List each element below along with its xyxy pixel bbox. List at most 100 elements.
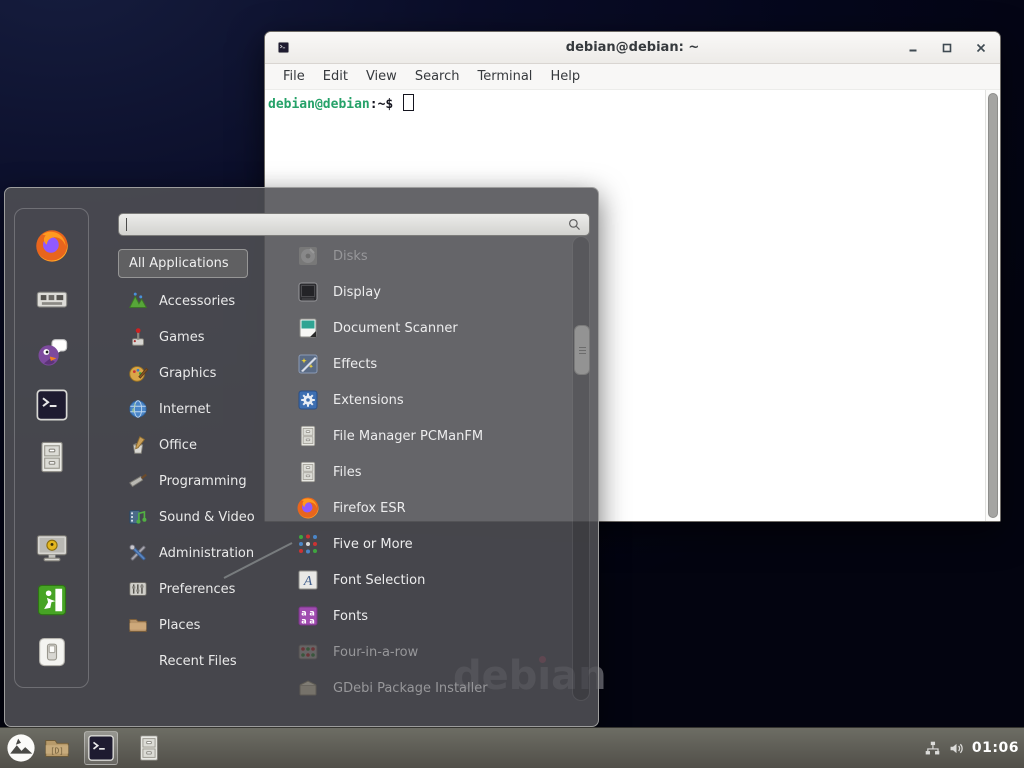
extensions-icon — [296, 388, 320, 412]
minimize-button[interactable] — [907, 42, 918, 53]
clock[interactable]: 01:06 — [972, 740, 1019, 756]
app-gdebi-package-installer[interactable]: GDebi Package Installer — [290, 670, 568, 706]
category-places[interactable]: Places — [119, 607, 284, 643]
app-label: File Manager PCManFM — [333, 429, 483, 444]
category-label: Recent Files — [159, 654, 237, 669]
prompt-rest: :~$ — [370, 97, 401, 112]
favorite-terminal-icon[interactable] — [34, 387, 70, 423]
app-four-in-a-row[interactable]: Four-in-a-row — [290, 634, 568, 670]
app-label: Four-in-a-row — [333, 645, 418, 660]
taskbar-file-cabinet-icon[interactable] — [132, 731, 166, 765]
system-tray: 01:06 — [924, 728, 1019, 768]
app-disks[interactable]: Disks — [290, 238, 568, 274]
app-label: Document Scanner — [333, 321, 458, 336]
app-extensions[interactable]: Extensions — [290, 382, 568, 418]
four-in-a-row-icon — [296, 640, 320, 664]
application-list: DisksDisplay Document Scanner Effects Exten… — [290, 238, 568, 706]
app-document-scanner[interactable]: Document Scanner — [290, 310, 568, 346]
category-label: Places — [159, 618, 200, 633]
terminal-titlebar[interactable]: debian@debian: ~ — [265, 32, 1000, 64]
terminal-menu-terminal[interactable]: Terminal — [468, 69, 541, 84]
taskbar-folder-icon[interactable]: [D] — [40, 731, 74, 765]
category-label: Preferences — [159, 582, 235, 597]
terminal-scrollbar[interactable] — [985, 90, 1000, 521]
category-internet[interactable]: Internet — [119, 391, 284, 427]
application-menu: All Applications AccessoriesGames Graphic… — [4, 187, 599, 727]
app-list-scrollbar[interactable] — [572, 236, 590, 701]
session-shutdown-icon[interactable] — [34, 634, 70, 670]
category-games[interactable]: Games — [119, 319, 284, 355]
favorites-sidebar — [14, 208, 89, 688]
terminal-menu-view[interactable]: View — [357, 69, 406, 84]
window-controls — [907, 32, 986, 63]
category-recent-files[interactable]: Recent Files — [119, 643, 284, 679]
favorite-pidgin-icon[interactable] — [34, 334, 70, 370]
sound-video-icon — [127, 506, 149, 528]
app-effects[interactable]: Effects — [290, 346, 568, 382]
category-office[interactable]: Office — [119, 427, 284, 463]
category-list: AccessoriesGames Graphics Internet Office Pr… — [119, 283, 284, 679]
display-icon — [296, 280, 320, 304]
app-list-scrollbar-handle[interactable] — [574, 325, 590, 375]
firefox-icon — [296, 496, 320, 520]
category-label: Office — [159, 438, 197, 453]
terminal-scrollbar-handle[interactable] — [988, 93, 998, 518]
app-label: Font Selection — [333, 573, 425, 588]
category-preferences[interactable]: Preferences — [119, 571, 284, 607]
accessories-icon — [127, 290, 149, 312]
terminal-menu-help[interactable]: Help — [541, 69, 589, 84]
category-label: Programming — [159, 474, 247, 489]
disks-icon — [296, 244, 320, 268]
all-applications-button[interactable]: All Applications — [118, 249, 248, 278]
network-icon[interactable] — [924, 740, 941, 757]
places-icon — [127, 614, 149, 636]
app-label: GDebi Package Installer — [333, 681, 488, 696]
maximize-button[interactable] — [941, 42, 952, 53]
svg-text:a a: a a — [301, 617, 315, 626]
taskbar: [D] 01:06 — [0, 727, 1024, 768]
app-display[interactable]: Display — [290, 274, 568, 310]
terminal-menu-file[interactable]: File — [274, 69, 314, 84]
category-sound-video[interactable]: Sound & Video — [119, 499, 284, 535]
svg-text:[D]: [D] — [50, 747, 64, 756]
category-administration[interactable]: Administration — [119, 535, 284, 571]
category-label: Graphics — [159, 366, 216, 381]
app-files[interactable]: Files — [290, 454, 568, 490]
terminal-window-icon — [277, 41, 290, 54]
favorite-keyboard-icon[interactable] — [34, 281, 70, 317]
terminal-menu-edit[interactable]: Edit — [314, 69, 357, 84]
favorite-firefox-icon[interactable] — [34, 228, 70, 264]
category-accessories[interactable]: Accessories — [119, 283, 284, 319]
app-font-selection[interactable]: A Font Selection — [290, 562, 568, 598]
close-button[interactable] — [975, 42, 986, 53]
taskbar-terminal-icon[interactable] — [84, 731, 118, 765]
five-or-more-icon — [296, 532, 320, 556]
app-label: Files — [333, 465, 362, 480]
volume-icon[interactable] — [948, 740, 965, 757]
app-label: Effects — [333, 357, 377, 372]
session-lock-screen-icon[interactable] — [34, 530, 70, 566]
category-programming[interactable]: Programming — [119, 463, 284, 499]
terminal-menu-search[interactable]: Search — [406, 69, 469, 84]
session-logout-icon[interactable] — [34, 582, 70, 618]
search-box[interactable] — [118, 213, 590, 236]
search-input[interactable] — [127, 216, 567, 233]
preferences-icon — [127, 578, 149, 600]
file-cabinet-icon — [296, 424, 320, 448]
app-label: Firefox ESR — [333, 501, 406, 516]
category-graphics[interactable]: Graphics — [119, 355, 284, 391]
svg-text:A: A — [303, 574, 313, 589]
document-scanner-icon — [296, 316, 320, 340]
app-firefox-esr[interactable]: Firefox ESR — [290, 490, 568, 526]
app-label: Five or More — [333, 537, 413, 552]
app-fonts[interactable]: a aa aFonts — [290, 598, 568, 634]
taskbar-menu-logo-icon[interactable] — [4, 731, 38, 765]
favorite-file-cabinet-icon[interactable] — [34, 439, 70, 475]
app-file-manager-pcmanfm[interactable]: File Manager PCManFM — [290, 418, 568, 454]
app-five-or-more[interactable]: Five or More — [290, 526, 568, 562]
terminal-title: debian@debian: ~ — [265, 40, 1000, 55]
app-label: Fonts — [333, 609, 368, 624]
category-label: Administration — [159, 546, 254, 561]
font-selection-icon: A — [296, 568, 320, 592]
terminal-menubar: FileEditViewSearchTerminalHelp — [265, 64, 1000, 90]
